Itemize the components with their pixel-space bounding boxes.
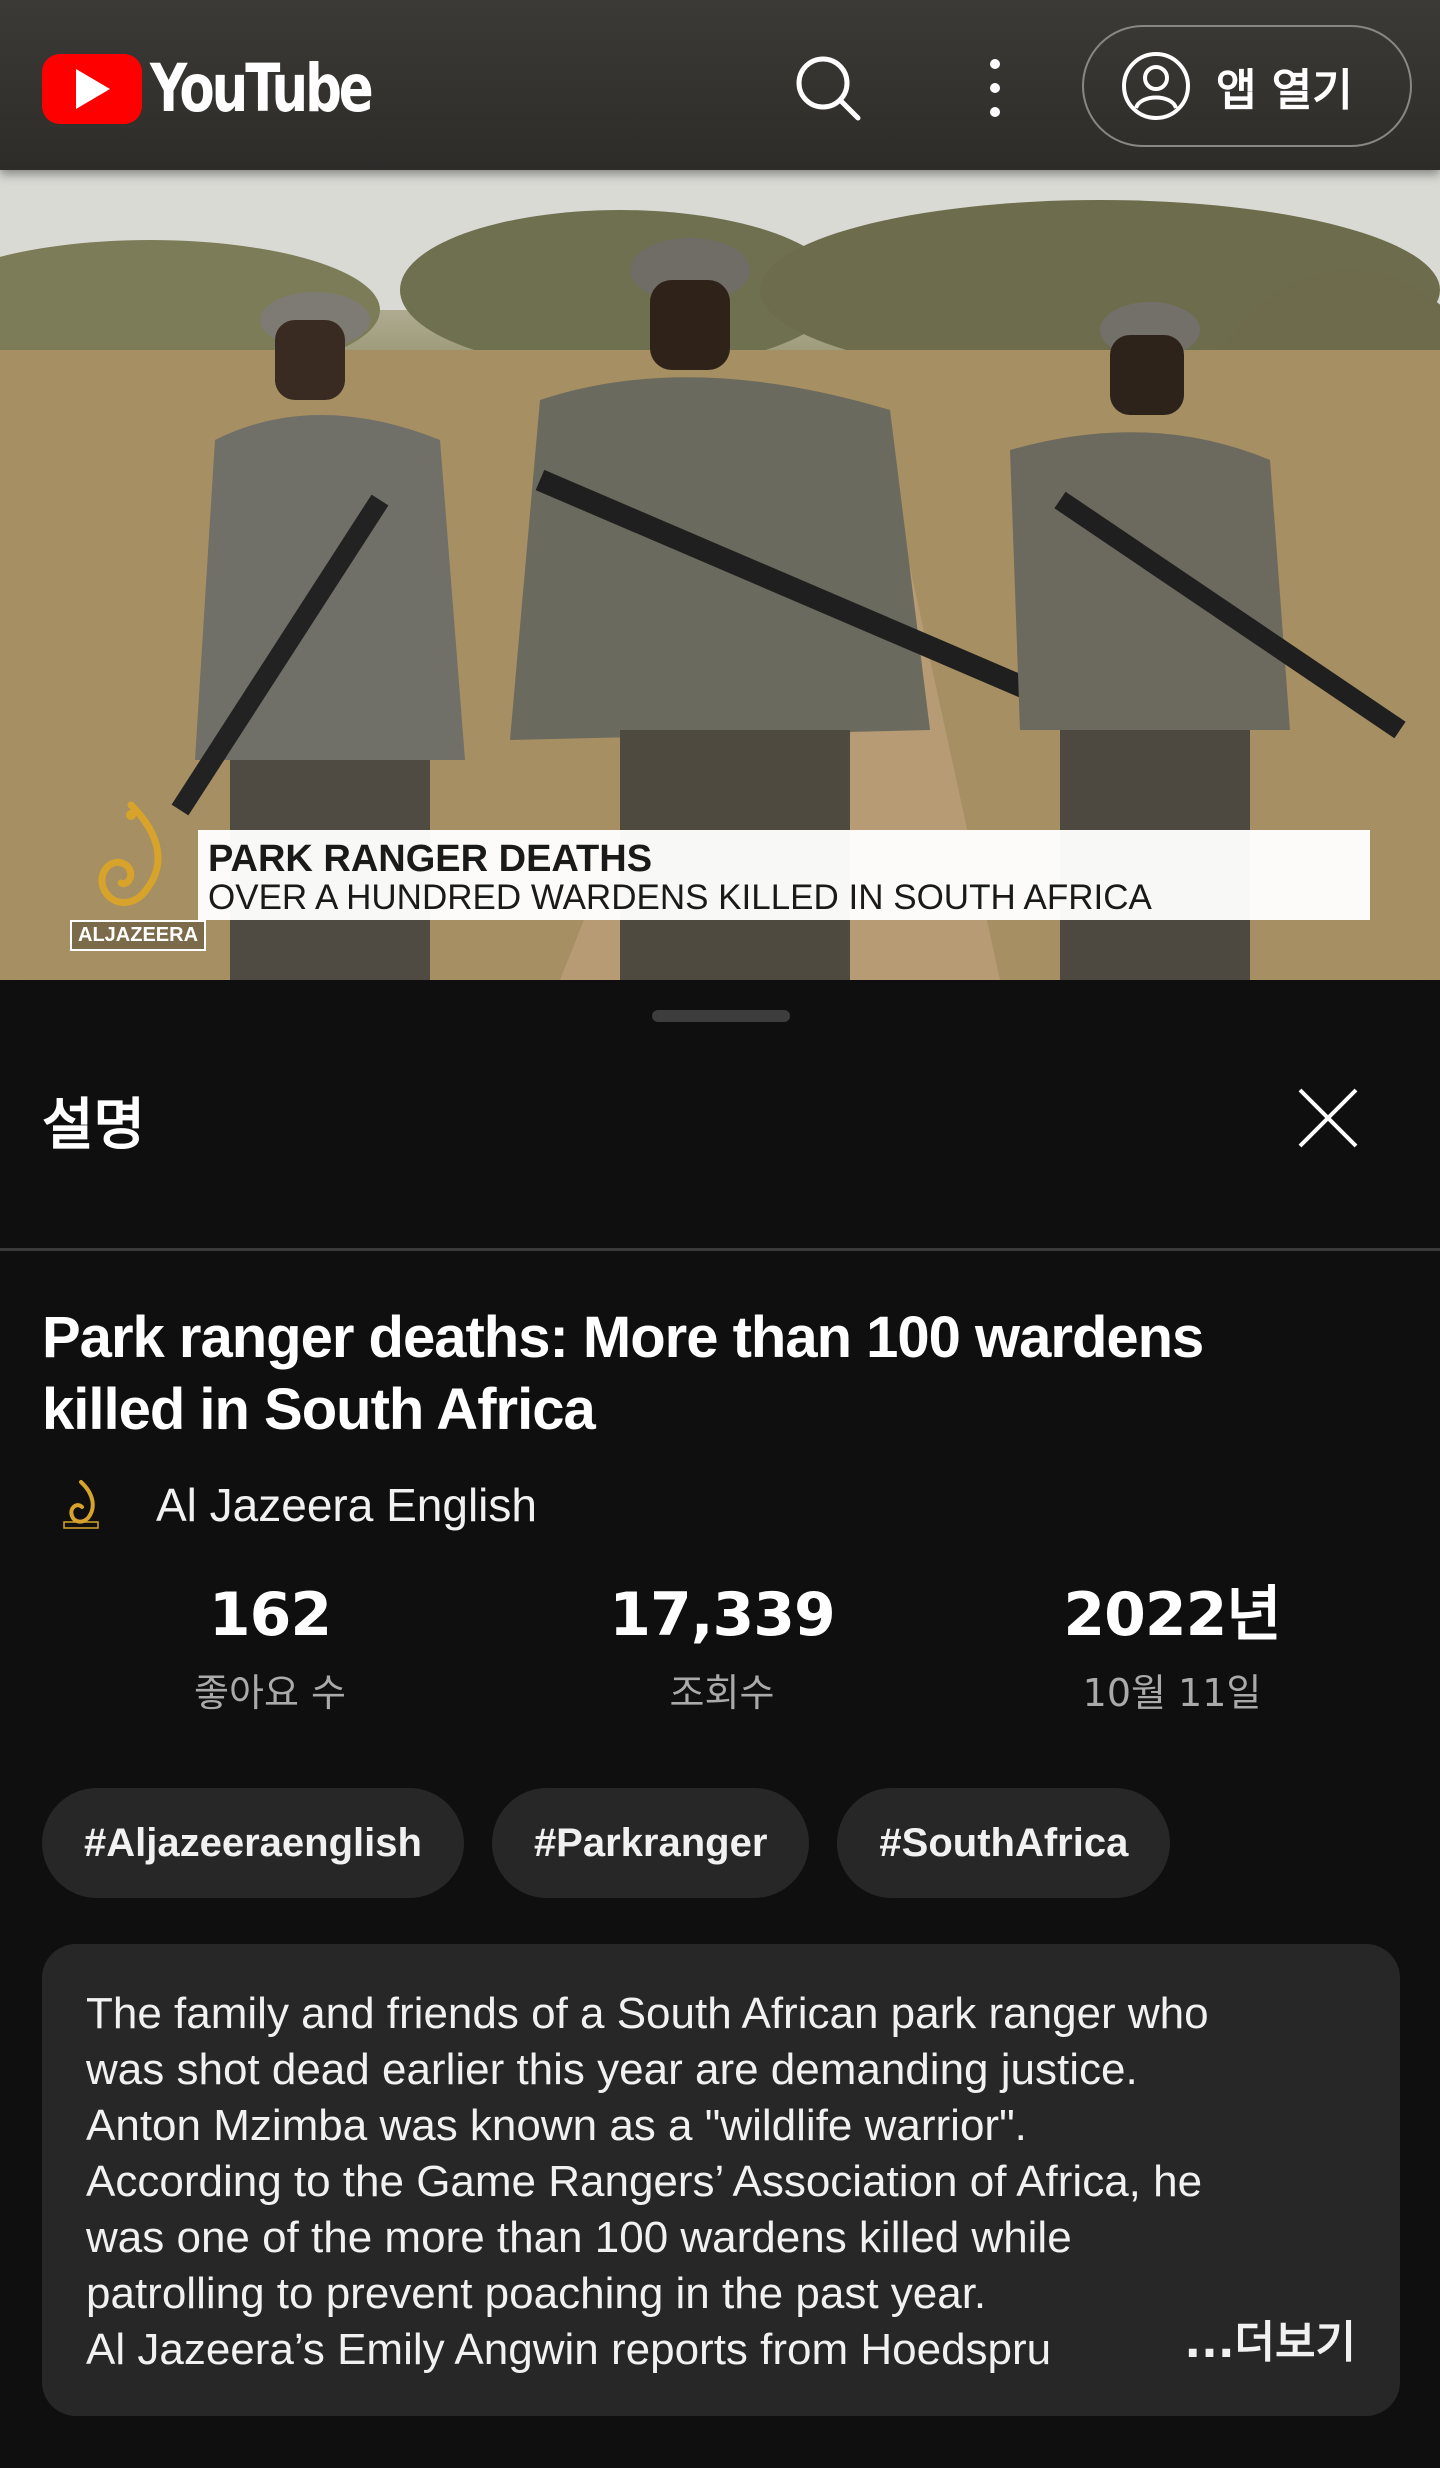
close-button[interactable] <box>1290 1080 1366 1156</box>
al-jazeera-logo <box>98 801 162 906</box>
date-stat: 2022년 10월 11일 <box>962 1580 1382 1717</box>
description-line: Anton Mzimba was known as a "wildlife wa… <box>86 2101 1027 2150</box>
hashtag-chip[interactable]: #Parkranger <box>491 1788 810 1898</box>
search-button[interactable] <box>790 50 866 126</box>
hashtag-chip[interactable]: #Aljazeeraenglish <box>42 1788 464 1898</box>
description-panel: 설명 Park ranger deaths: More than 100 war… <box>0 980 1440 2468</box>
description-line: patrolling to prevent poaching in the pa… <box>86 2269 987 2318</box>
more-options-button[interactable] <box>970 50 1020 126</box>
divider <box>0 1248 1440 1251</box>
likes-label: 좋아요 수 <box>194 1671 346 1715</box>
search-icon <box>796 56 861 121</box>
upload-year: 2022년 <box>1063 1580 1281 1650</box>
video-title-line: Park ranger deaths: More than 100 warden… <box>42 1305 1204 1370</box>
description-line: was shot dead earlier this year are dema… <box>86 2045 1138 2094</box>
close-icon <box>1298 1088 1358 1148</box>
news-lower-third: PARK RANGER DEATHS OVER A HUNDRED WARDEN… <box>198 830 1370 920</box>
watermark-label: ALJAZEERA <box>70 920 207 951</box>
likes-stat: 162 좋아요 수 <box>60 1580 480 1717</box>
upload-date: 10월 11일 <box>1082 1671 1262 1715</box>
more-vert-icon <box>990 59 1000 117</box>
views-label: 조회수 <box>669 1671 775 1715</box>
description-line: According to the Game Rangers’ Associati… <box>86 2157 1203 2206</box>
description-line: was one of the more than 100 wardens kil… <box>86 2213 1072 2262</box>
lower-third-subtitle: OVER A HUNDRED WARDENS KILLED IN SOUTH A… <box>208 878 1152 917</box>
account-icon <box>1122 52 1190 120</box>
open-app-label: 앱 열기 <box>1216 65 1353 116</box>
likes-count: 162 <box>208 1580 332 1650</box>
drag-handle[interactable] <box>652 1010 790 1022</box>
channel-name: Al Jazeera English <box>156 1479 537 1531</box>
views-count: 17,339 <box>609 1580 836 1650</box>
hashtag-chip[interactable]: #SouthAfrica <box>837 1788 1171 1898</box>
description-box[interactable]: The family and friends of a South Africa… <box>42 1944 1400 2416</box>
open-app-button[interactable]: 앱 열기 <box>1082 25 1412 147</box>
panel-heading: 설명 <box>42 1093 146 1158</box>
channel-link[interactable]: Al Jazeera English <box>54 1478 537 1532</box>
youtube-play-icon <box>42 53 142 124</box>
video-player[interactable]: ALJAZEERA PARK RANGER DEATHS OVER A HUND… <box>0 170 1440 980</box>
youtube-wordmark: YouTube <box>150 50 374 127</box>
video-stats: 162 좋아요 수 17,339 조회수 2022년 10월 11일 <box>0 1580 1440 1720</box>
lower-third-title: PARK RANGER DEATHS <box>208 838 653 880</box>
description-line: The family and friends of a South Africa… <box>86 1989 1209 2038</box>
show-more-button[interactable]: ...더보기 <box>1184 2306 1356 2370</box>
video-title: Park ranger deaths: More than 100 warden… <box>42 1302 1392 1446</box>
youtube-logo[interactable]: YouTube <box>42 50 433 127</box>
channel-avatar <box>54 1478 108 1532</box>
video-title-line: killed in South Africa <box>42 1377 596 1442</box>
hashtag-list: #Aljazeeraenglish #Parkranger #SouthAfri… <box>42 1788 1171 1898</box>
views-stat: 17,339 조회수 <box>512 1580 932 1717</box>
top-app-bar: YouTube 앱 열기 <box>0 0 1440 170</box>
